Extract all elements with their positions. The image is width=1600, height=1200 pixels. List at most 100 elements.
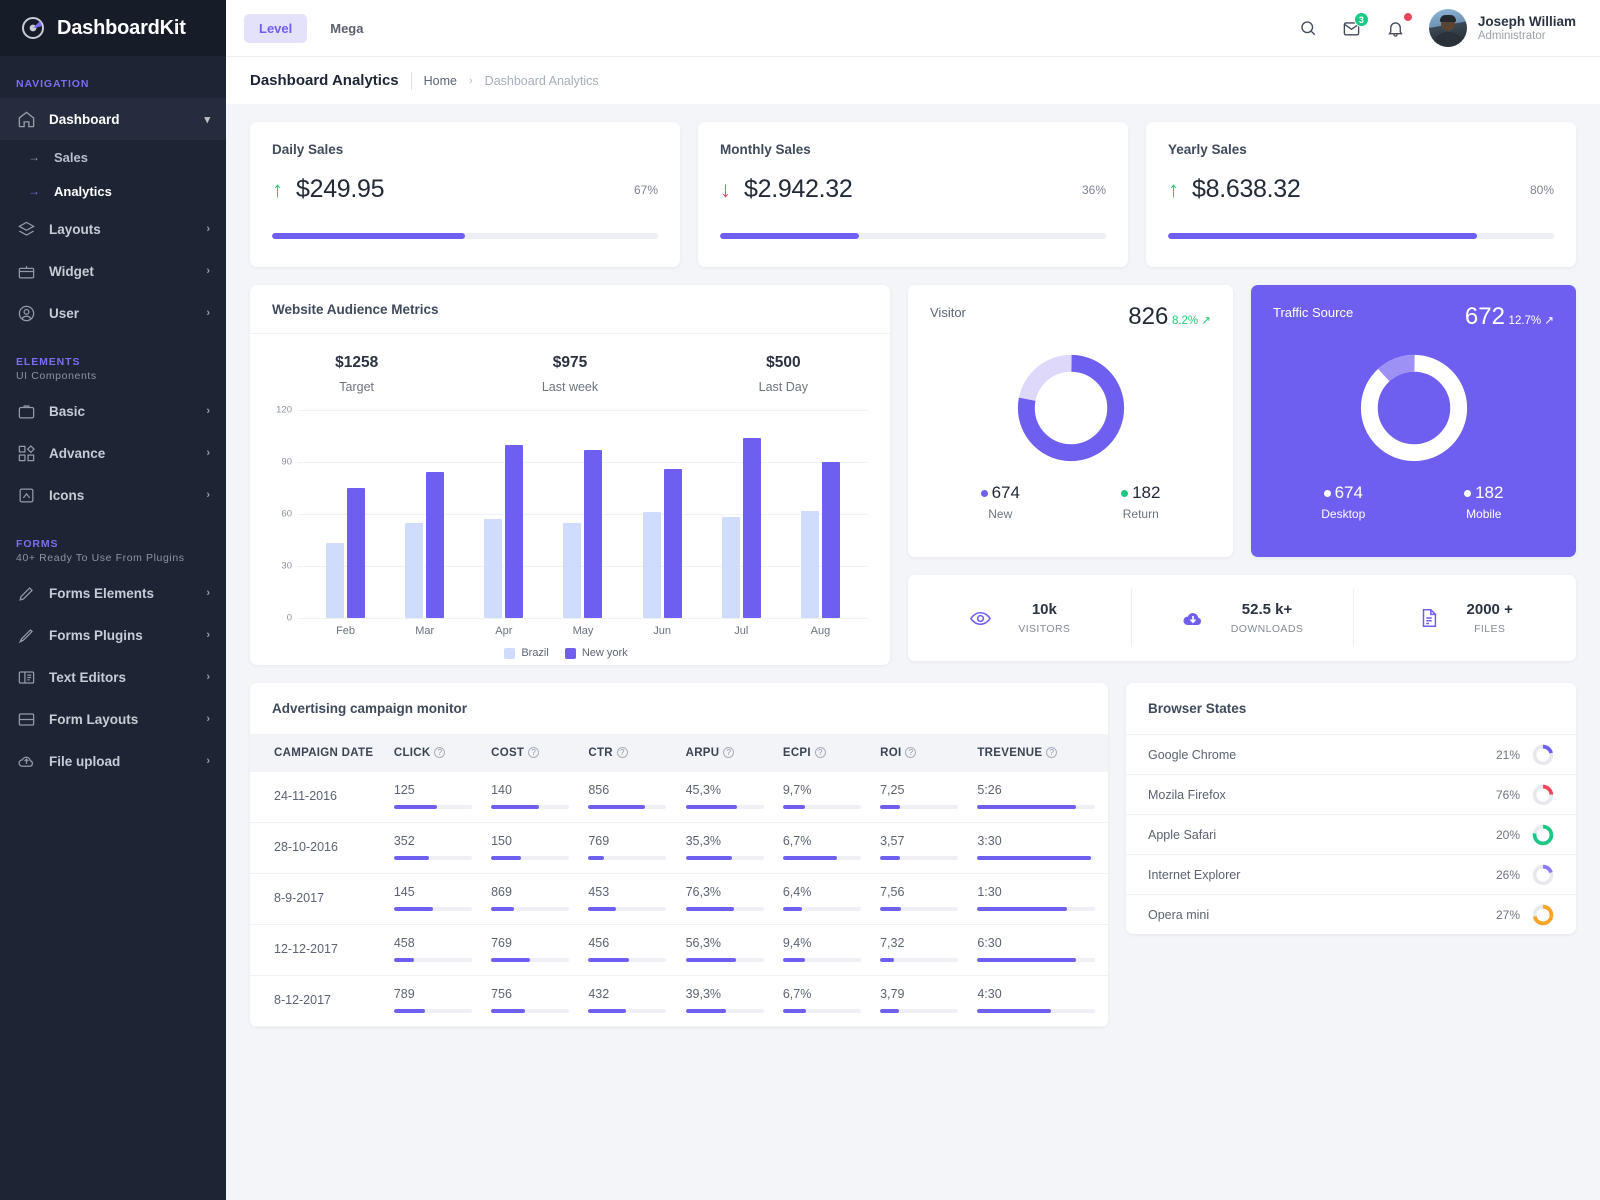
chevron-right-icon: › xyxy=(206,307,210,319)
table-column-header[interactable]: COST? xyxy=(483,734,580,772)
browser-donut-icon xyxy=(1532,864,1554,886)
table-row[interactable]: 12-12-201745876945656,3%9,4%7,326:30 xyxy=(250,925,1108,976)
y-axis-tick: 0 xyxy=(264,613,292,624)
sidebar-subitem-label: Analytics xyxy=(54,184,112,199)
dashboard-logo-icon xyxy=(20,15,46,41)
tab-mega[interactable]: Mega xyxy=(315,14,378,43)
browser-donut-icon xyxy=(1532,824,1554,846)
table-column-header[interactable]: ECPI? xyxy=(775,734,872,772)
metric-progress-fill xyxy=(783,1009,806,1013)
breadcrumb-current: Dashboard Analytics xyxy=(485,74,599,88)
table-column-header[interactable]: CLICK? xyxy=(386,734,483,772)
chevron-right-icon: › xyxy=(206,587,210,599)
audience-bar-chart: 1209060300 FebMarAprMayJunJulAug BrazilN… xyxy=(250,404,890,659)
x-axis-labels: FebMarAprMayJunJulAug xyxy=(306,625,868,637)
sidebar-item-file-upload[interactable]: File upload › xyxy=(0,740,226,782)
bar-group xyxy=(623,410,702,618)
metric-progress-track xyxy=(686,958,764,962)
table-column-header[interactable]: ARPU? xyxy=(678,734,775,772)
campaign-monitor-card: Advertising campaign monitor CAMPAIGN DA… xyxy=(250,683,1108,1027)
nav-caption-elements: ELEMENTS UI Components xyxy=(0,334,226,390)
sidebar-item-label: Forms Plugins xyxy=(49,628,193,643)
table-row[interactable]: 8-9-201714586945376,3%6,4%7,561:30 xyxy=(250,874,1108,925)
metric-cell: 456 xyxy=(580,925,677,976)
metric-progress-fill xyxy=(394,958,414,962)
table-column-header[interactable]: CAMPAIGN DATE xyxy=(250,734,386,772)
legend-label: New york xyxy=(582,647,628,659)
browser-state-row[interactable]: Apple Safari20% xyxy=(1126,814,1576,854)
card-header: Website Audience Metrics xyxy=(250,285,890,334)
info-icon[interactable]: ? xyxy=(434,747,445,758)
table-row[interactable]: 28-10-201635215076935,3%6,7%3,573:30 xyxy=(250,823,1108,874)
summary-value: $500 xyxy=(677,354,890,372)
sidebar-item-advance[interactable]: Advance › xyxy=(0,432,226,474)
bar xyxy=(664,469,682,618)
sidebar-item-user[interactable]: User › xyxy=(0,292,226,334)
browser-state-row[interactable]: Internet Explorer26% xyxy=(1126,854,1576,894)
bell-icon[interactable] xyxy=(1385,17,1407,39)
progress-fill xyxy=(1168,233,1477,239)
info-icon[interactable]: ? xyxy=(815,747,826,758)
metric-value: 869 xyxy=(491,885,572,899)
sidebar-item-analytics[interactable]: → Analytics xyxy=(0,174,226,208)
sidebar-item-forms-elements[interactable]: Forms Elements › xyxy=(0,572,226,614)
metric-value: 1:30 xyxy=(977,885,1100,899)
metric-value: 6,4% xyxy=(783,885,864,899)
user-menu[interactable]: Joseph William Administrator xyxy=(1429,9,1576,47)
metric-progress-fill xyxy=(783,856,838,860)
breadcrumb-home[interactable]: Home xyxy=(424,74,457,88)
browser-state-row[interactable]: Opera mini27% xyxy=(1126,894,1576,934)
browser-state-row[interactable]: Mozila Firefox76% xyxy=(1126,774,1576,814)
bar-group xyxy=(385,410,464,618)
metric-cell: 4:30 xyxy=(969,976,1108,1027)
table-row[interactable]: 8-12-201778975643239,3%6,7%3,794:30 xyxy=(250,976,1108,1027)
metric-value: 7,56 xyxy=(880,885,961,899)
table-column-header[interactable]: CTR? xyxy=(580,734,677,772)
bar-group xyxy=(306,410,385,618)
metric-value: 769 xyxy=(491,936,572,950)
info-icon[interactable]: ? xyxy=(1046,747,1057,758)
bar xyxy=(584,450,602,618)
sidebar-item-layouts[interactable]: Layouts › xyxy=(0,208,226,250)
stat-files: 2000 + FILES xyxy=(1353,575,1576,661)
info-icon[interactable]: ? xyxy=(905,747,916,758)
metric-progress-track xyxy=(588,958,666,962)
info-icon[interactable]: ? xyxy=(723,747,734,758)
metric-cell: 769 xyxy=(580,823,677,874)
metric-progress-track xyxy=(880,805,958,809)
mail-icon[interactable]: 3 xyxy=(1341,17,1363,39)
card-title: Monthly Sales xyxy=(720,142,1106,157)
table-column-header[interactable]: TREVENUE? xyxy=(969,734,1108,772)
browser-name: Opera mini xyxy=(1148,908,1496,922)
table-row[interactable]: 24-11-201612514085645,3%9,7%7,255:26 xyxy=(250,772,1108,823)
x-axis-tick: Apr xyxy=(464,625,543,637)
info-icon[interactable]: ? xyxy=(617,747,628,758)
sidebar-item-forms-plugins[interactable]: Forms Plugins › xyxy=(0,614,226,656)
brand[interactable]: DashboardKit xyxy=(0,0,226,56)
sidebar-item-sales[interactable]: → Sales xyxy=(0,140,226,174)
metric-value: 453 xyxy=(588,885,669,899)
sidebar-item-basic[interactable]: Basic › xyxy=(0,390,226,432)
browser-state-row[interactable]: Google Chrome21% xyxy=(1126,734,1576,774)
sidebar-item-form-layouts[interactable]: Form Layouts › xyxy=(0,698,226,740)
metric-progress-fill xyxy=(491,1009,525,1013)
sidebar-item-label: File upload xyxy=(49,754,193,769)
metric-value: 456 xyxy=(588,936,669,950)
table-column-header[interactable]: ROI? xyxy=(872,734,969,772)
sidebar-item-widget[interactable]: Widget › xyxy=(0,250,226,292)
y-axis-tick: 120 xyxy=(264,405,292,416)
metric-value: 769 xyxy=(588,834,669,848)
tab-level[interactable]: Level xyxy=(244,14,307,43)
sidebar-item-icons[interactable]: Icons › xyxy=(0,474,226,516)
sidebar-item-dashboard[interactable]: Dashboard ▾ xyxy=(0,98,226,140)
metric-progress-fill xyxy=(394,1009,425,1013)
sidebar-item-text-editors[interactable]: Text Editors › xyxy=(0,656,226,698)
stat-value: 10k xyxy=(1018,601,1070,618)
sidebar-item-label: Widget xyxy=(49,264,193,279)
metric-progress-track xyxy=(977,1009,1095,1013)
metric-progress-fill xyxy=(394,805,437,809)
search-icon[interactable] xyxy=(1297,17,1319,39)
metric-cell: 3,79 xyxy=(872,976,969,1027)
right-column: Visitor 826 8.2% ↗ xyxy=(908,285,1576,661)
info-icon[interactable]: ? xyxy=(528,747,539,758)
